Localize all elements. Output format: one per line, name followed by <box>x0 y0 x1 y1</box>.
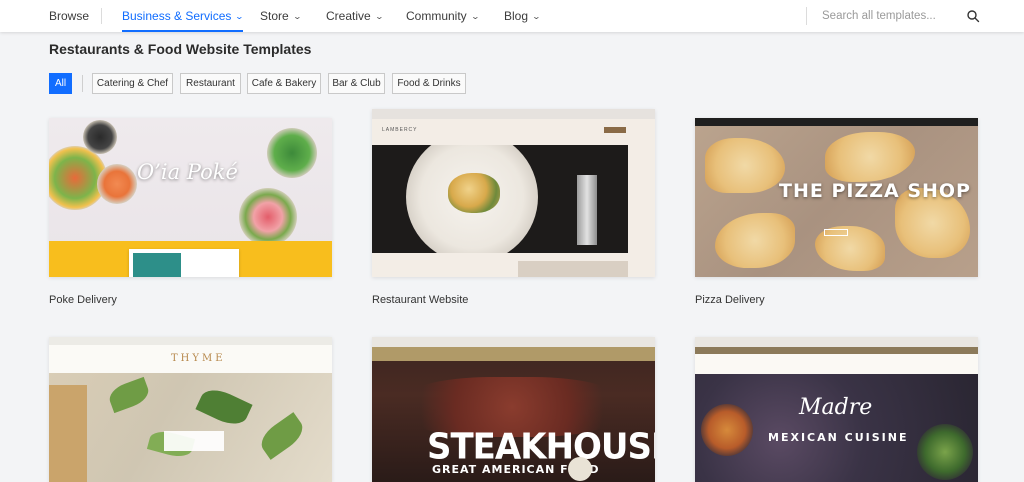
food-bowl-image <box>239 188 297 246</box>
nav-store-label: Store <box>260 9 289 23</box>
nav-browse[interactable]: Browse <box>49 0 89 32</box>
template-thumbnail[interactable]: LAMBERCY <box>372 109 655 277</box>
leaf-image <box>255 412 309 460</box>
nav-blog-label: Blog <box>504 9 529 23</box>
filter-all[interactable]: All <box>49 73 72 94</box>
nav-business-label: Business & Services <box>122 9 232 23</box>
top-nav: Browse Business & Services ⌄ Store ⌄ Cre… <box>0 0 1024 32</box>
browser-bar <box>372 337 655 347</box>
template-hero-text: STEAKHOUSE <box>427 426 655 468</box>
template-hero-text: Madre <box>799 395 873 420</box>
filter-restaurant[interactable]: Restaurant <box>180 73 241 94</box>
filter-divider <box>82 75 83 92</box>
nav-business-services[interactable]: Business & Services ⌄ <box>122 0 245 32</box>
search-icon[interactable] <box>966 9 980 23</box>
restaurant-section <box>518 261 628 277</box>
dish-image <box>448 173 500 213</box>
leaf-image <box>106 376 152 414</box>
template-name[interactable]: Restaurant Website <box>372 294 468 306</box>
nav-community[interactable]: Community ⌄ <box>406 0 480 32</box>
seaweed-bowl-image <box>267 128 317 178</box>
filter-catering-chef[interactable]: Catering & Chef <box>92 73 173 94</box>
template-thumbnail[interactable]: Madre MEXICAN CUISINE <box>695 337 978 482</box>
browser-bar <box>695 337 978 347</box>
chevron-down-icon: ⌄ <box>470 11 480 21</box>
madre-hero-image <box>695 374 978 482</box>
template-hero-subtext: MEXICAN CUISINE <box>768 431 909 444</box>
browser-bar <box>372 109 655 119</box>
madre-top-bar <box>695 347 978 354</box>
page-title: Restaurants & Food Website Templates <box>49 41 312 57</box>
chevron-down-icon: ⌄ <box>374 11 384 21</box>
bread-image <box>49 385 87 482</box>
chevron-down-icon: ⌄ <box>531 11 542 21</box>
filter-cafe-bakery[interactable]: Cafe & Bakery <box>247 73 321 94</box>
template-name[interactable]: Poke Delivery <box>49 294 117 306</box>
cutlery-image <box>577 175 597 245</box>
restaurant-cta <box>604 127 626 133</box>
nav-community-label: Community <box>406 9 467 23</box>
nav-creative-label: Creative <box>326 9 371 23</box>
thyme-hero-image <box>49 373 332 482</box>
chevron-down-icon: ⌄ <box>235 11 245 21</box>
nav-browse-label: Browse <box>49 9 90 23</box>
pizza-cta <box>824 229 848 236</box>
template-thumbnail[interactable]: THYME <box>49 337 332 482</box>
search-divider <box>806 7 807 25</box>
template-name[interactable]: Pizza Delivery <box>695 294 765 306</box>
nav-store[interactable]: Store ⌄ <box>260 0 302 32</box>
restaurant-logo: LAMBERCY <box>382 127 418 133</box>
nav-blog[interactable]: Blog ⌄ <box>504 0 542 32</box>
nav-divider <box>101 8 102 24</box>
template-thumbnail[interactable]: O’ia Poké <box>49 118 332 277</box>
nav-creative[interactable]: Creative ⌄ <box>326 0 384 32</box>
leaf-image <box>195 383 253 431</box>
restaurant-hero-image <box>372 145 628 253</box>
browser-bar <box>49 337 332 345</box>
food-bowl-image <box>917 424 973 480</box>
sauce-bowl-image <box>83 120 117 154</box>
food-bowl-image <box>97 164 137 204</box>
filter-bar-club[interactable]: Bar & Club <box>328 73 385 94</box>
template-hero-text: THYME <box>171 353 226 364</box>
search-input[interactable] <box>822 6 952 26</box>
template-thumbnail[interactable]: STEAKHOUSE GREAT AMERICAN FOOD <box>372 337 655 482</box>
template-hero-text: THE PIZZA SHOP <box>779 180 971 202</box>
steakhouse-nav-bar <box>372 347 655 361</box>
thyme-caption-box <box>164 431 224 451</box>
pizza-nav-bar <box>695 118 978 126</box>
filter-food-drinks[interactable]: Food & Drinks <box>392 73 466 94</box>
order-online-badge <box>568 457 592 481</box>
food-bowl-image <box>701 404 753 456</box>
template-thumbnail[interactable]: THE PIZZA SHOP <box>695 118 978 277</box>
chevron-down-icon: ⌄ <box>292 11 302 21</box>
poke-card-image <box>129 249 239 277</box>
template-hero-text: O’ia Poké <box>137 160 238 184</box>
